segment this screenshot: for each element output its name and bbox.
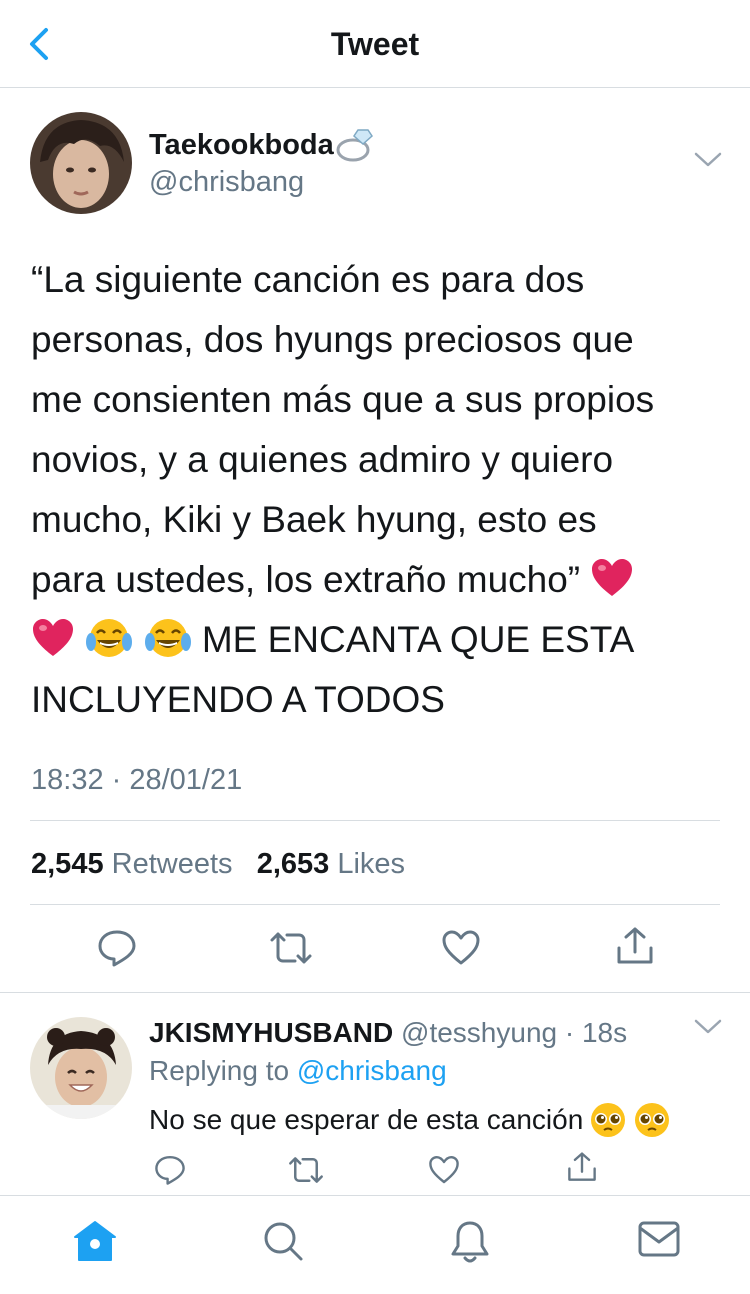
like-icon[interactable] <box>441 930 481 966</box>
retweets-stat[interactable]: 2,545 Retweets <box>31 848 233 880</box>
likes-stat[interactable]: 2,653 Likes <box>257 848 405 880</box>
chevron-down-icon[interactable] <box>694 152 722 168</box>
replying-to: Replying to @chrisbang <box>149 1055 447 1086</box>
top-navigation-bar: Tweet <box>0 0 750 88</box>
home-icon[interactable] <box>73 1220 117 1262</box>
pleading-face-icon <box>591 1103 626 1137</box>
reply-header: JKISMYHUSBAND @tesshyung · 18s <box>149 1017 627 1049</box>
author-name[interactable]: Taekookboda <box>149 128 374 162</box>
search-icon[interactable] <box>262 1220 304 1262</box>
share-icon[interactable] <box>616 926 654 966</box>
red-heart-icon <box>33 619 73 657</box>
replying-to-link[interactable]: @chrisbang <box>297 1055 447 1086</box>
ring-icon <box>336 129 373 162</box>
messages-icon[interactable] <box>637 1220 681 1258</box>
retweet-icon[interactable] <box>287 1155 325 1185</box>
share-icon[interactable] <box>567 1151 597 1183</box>
tweet-stats: 2,545 Retweets 2,653 Likes <box>31 848 405 881</box>
bottom-tab-bar <box>0 1195 750 1294</box>
divider <box>30 904 720 905</box>
avatar[interactable] <box>30 112 132 214</box>
reply-text: No se que esperar de esta canción <box>149 1101 671 1139</box>
notifications-icon[interactable] <box>449 1220 491 1264</box>
red-heart-icon <box>592 559 633 597</box>
avatar[interactable] <box>30 1017 132 1119</box>
reply-icon[interactable] <box>154 1154 186 1186</box>
reply-author-handle-time: @tesshyung · 18s <box>401 1017 628 1048</box>
reply-icon[interactable] <box>97 928 137 968</box>
retweet-icon[interactable] <box>268 930 314 966</box>
tweet-timestamp: 18:32 · 28/01/21 <box>31 764 243 796</box>
author-handle[interactable]: @chrisbang <box>149 166 304 199</box>
tears-of-joy-icon <box>144 619 191 658</box>
page-title: Tweet <box>330 26 420 62</box>
divider <box>30 820 720 821</box>
pleading-face-icon <box>635 1103 670 1137</box>
tears-of-joy-icon <box>86 619 133 658</box>
like-icon[interactable] <box>428 1155 460 1185</box>
reply-tweet[interactable]: JKISMYHUSBAND @tesshyung · 18s Replying … <box>0 992 750 1195</box>
chevron-down-icon[interactable] <box>694 1019 722 1035</box>
reply-author-name[interactable]: JKISMYHUSBAND <box>149 1017 393 1048</box>
tweet-text: “La siguiente canción es para dos person… <box>31 259 655 720</box>
